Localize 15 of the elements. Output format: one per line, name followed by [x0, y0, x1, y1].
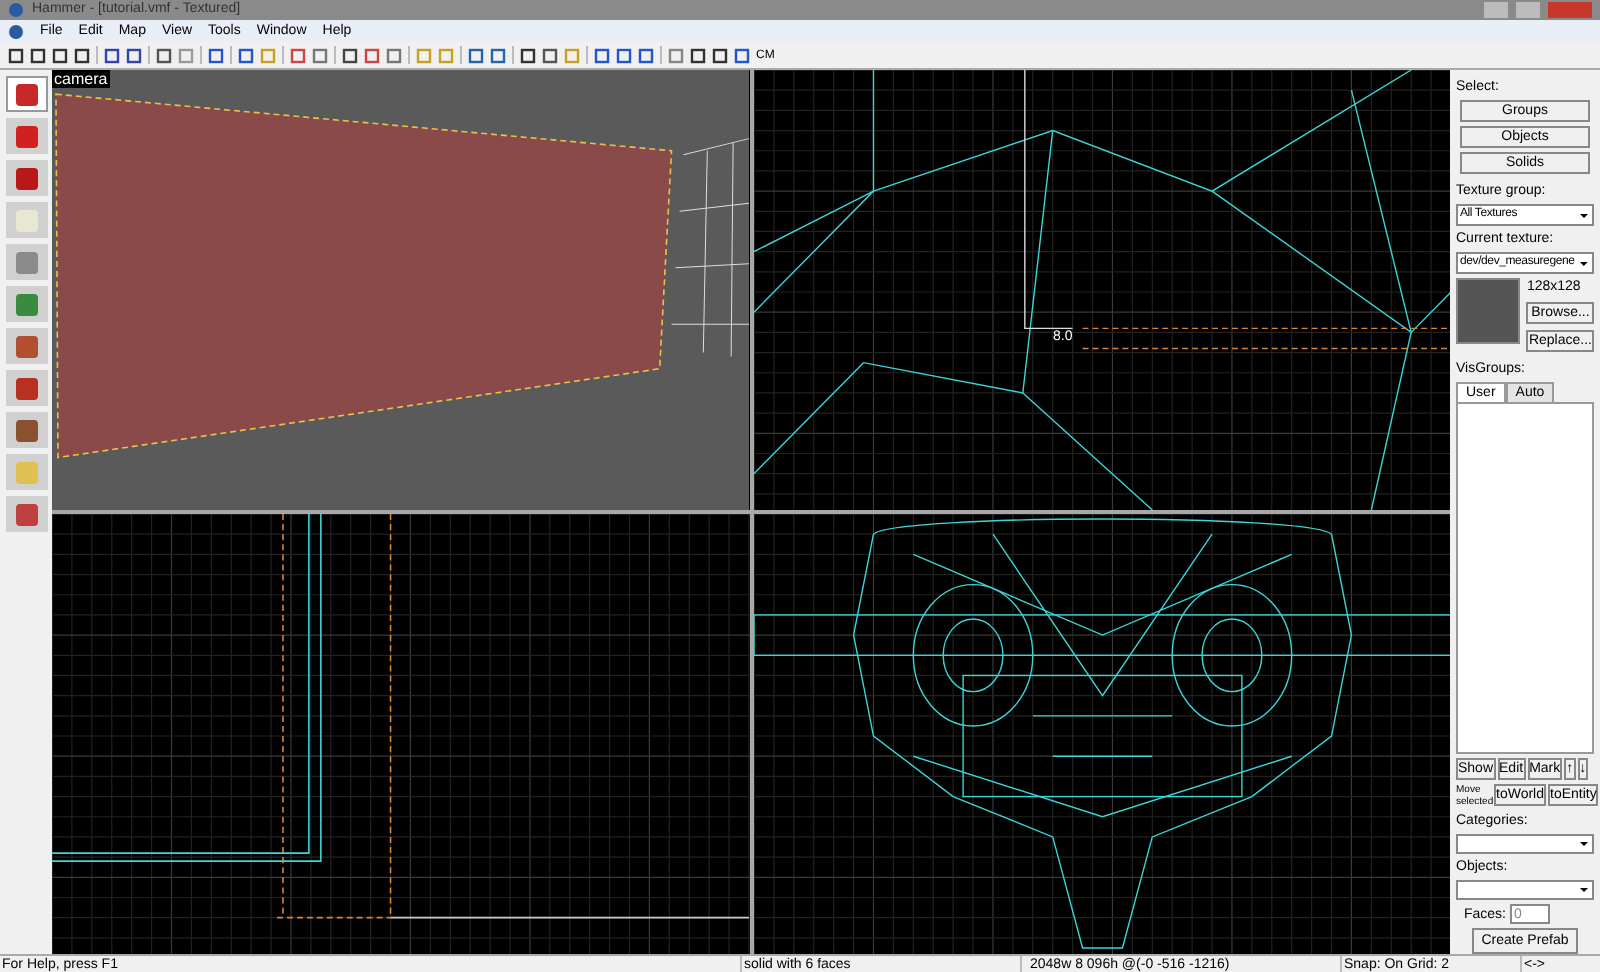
tool-button[interactable]	[5, 244, 47, 280]
tool-button[interactable]	[5, 370, 47, 406]
viewport-label: camera	[52, 70, 110, 88]
tool-button[interactable]	[5, 496, 47, 532]
objects-dropdown[interactable]	[1456, 879, 1594, 900]
tool-button[interactable]	[5, 286, 47, 322]
tool-button[interactable]	[5, 118, 47, 154]
tool-button[interactable]	[5, 160, 47, 196]
texture-preview	[1456, 278, 1521, 344]
visgroup-list[interactable]	[1456, 402, 1594, 754]
categories-dropdown[interactable]	[1456, 833, 1594, 854]
camera-viewport[interactable]: camera	[52, 70, 749, 510]
tool-button[interactable]	[5, 412, 47, 448]
tool-button[interactable]	[5, 328, 47, 364]
tool-button[interactable]	[5, 76, 47, 112]
